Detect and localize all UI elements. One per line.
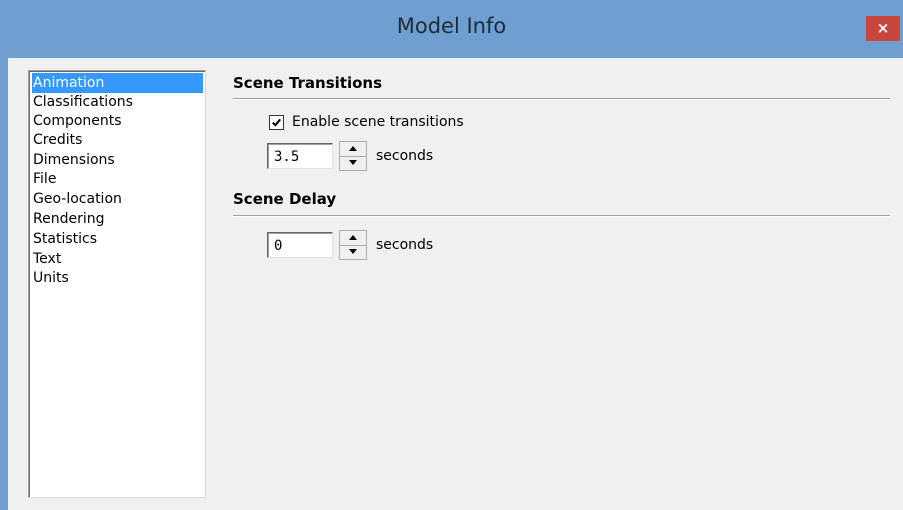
title-bar[interactable]: Model Info ×	[0, 0, 903, 58]
scene-delay-input[interactable]: 0	[267, 232, 333, 258]
transition-duration-input[interactable]: 3.5	[267, 143, 333, 169]
scene-delay-up-button[interactable]	[340, 231, 366, 246]
category-item-text[interactable]: Text	[33, 249, 65, 269]
close-icon: ×	[876, 19, 890, 37]
scene-delay-spinner[interactable]	[339, 230, 367, 260]
category-item-components[interactable]: Components	[33, 111, 126, 131]
scene-delay-divider	[233, 215, 890, 217]
category-item-credits[interactable]: Credits	[33, 130, 86, 150]
arrow-down-icon	[349, 249, 357, 254]
arrow-down-icon	[349, 160, 357, 165]
transition-duration-up-button[interactable]	[340, 142, 366, 157]
transition-duration-spinner[interactable]	[339, 141, 367, 171]
model-info-window: Model Info × Animation Classifications C…	[0, 0, 903, 510]
scene-delay-unit: seconds	[376, 237, 434, 253]
category-item-dimensions[interactable]: Dimensions	[33, 150, 119, 170]
window-title: Model Info	[396, 14, 507, 38]
enable-transitions-checkbox[interactable]	[269, 115, 284, 130]
scene-transitions-heading: Scene Transitions	[233, 74, 383, 92]
scene-delay-down-button[interactable]	[340, 245, 366, 259]
category-item-animation[interactable]: Animation	[32, 73, 203, 93]
enable-transitions-label[interactable]: Enable scene transitions	[292, 114, 464, 130]
category-item-statistics[interactable]: Statistics	[33, 229, 101, 249]
transition-duration-down-button[interactable]	[340, 156, 366, 170]
category-item-geo-location[interactable]: Geo-location	[33, 189, 126, 209]
scene-transitions-divider	[233, 98, 890, 100]
arrow-up-icon	[349, 146, 357, 151]
close-button[interactable]: ×	[866, 16, 900, 41]
category-list[interactable]: Animation Classifications Components Cre…	[28, 70, 206, 498]
scene-delay-heading: Scene Delay	[233, 190, 337, 208]
category-item-classifications[interactable]: Classifications	[33, 92, 137, 112]
category-item-rendering[interactable]: Rendering	[33, 209, 109, 229]
checkmark-icon	[272, 118, 281, 127]
category-item-units[interactable]: Units	[33, 268, 73, 288]
arrow-up-icon	[349, 235, 357, 240]
category-item-file[interactable]: File	[33, 169, 60, 189]
transition-duration-unit: seconds	[376, 148, 434, 164]
